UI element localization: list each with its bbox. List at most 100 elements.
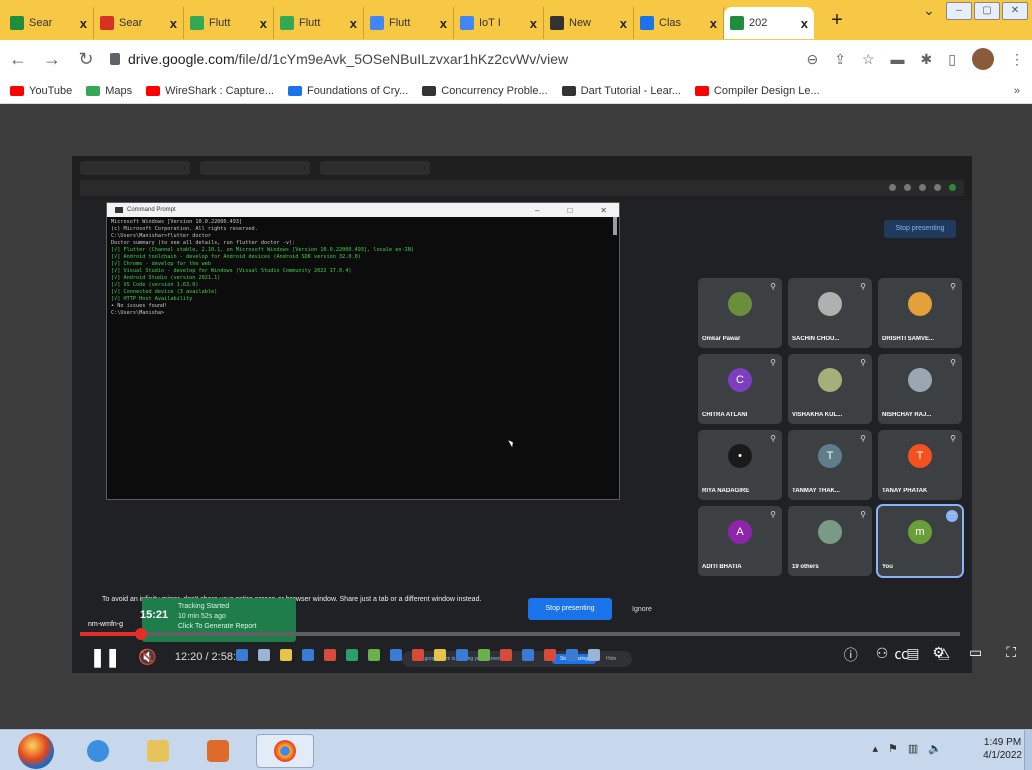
tab-close-icon[interactable]: x	[620, 16, 627, 31]
participant-tile[interactable]: ⚲ C CHITRA ATLANI	[698, 354, 782, 424]
pin-icon[interactable]: ⚲	[950, 434, 956, 443]
participant-tile[interactable]: ⚲ 19 others	[788, 506, 872, 576]
browser-tab[interactable]: Flutt x	[184, 7, 274, 39]
tray-flag-icon[interactable]: ⚑	[888, 742, 898, 755]
bookmark-item[interactable]: YouTube	[10, 85, 72, 97]
tab-close-icon[interactable]: x	[801, 16, 808, 31]
bookmarks-overflow-button[interactable]: »	[1014, 85, 1020, 97]
taskbar-ie-icon[interactable]	[76, 734, 120, 768]
pause-icon[interactable]: ❚❚	[90, 647, 120, 668]
network-icon[interactable]: ▥	[908, 742, 918, 755]
pin-icon[interactable]: ⚲	[860, 434, 866, 443]
bookmark-item[interactable]: WireShark : Capture...	[146, 85, 274, 97]
participant-tile[interactable]: ⚲ VISHAKHA KUL...	[788, 354, 872, 424]
browser-tab[interactable]: Flutt x	[274, 7, 364, 39]
forward-arrow-icon[interactable]: →	[42, 49, 62, 70]
pin-icon[interactable]: ⚲	[860, 282, 866, 291]
tab-close-icon[interactable]: x	[350, 16, 357, 31]
participant-tile[interactable]: ⚲ • RIYA NADAGIRE	[698, 430, 782, 500]
browser-tab[interactable]: IoT I x	[454, 7, 544, 39]
bookmark-favicon-icon	[422, 85, 437, 96]
browser-tab[interactable]: Flutt x	[364, 7, 454, 39]
progress-scrubber[interactable]	[134, 628, 147, 640]
bookmark-item[interactable]: Foundations of Cry...	[287, 85, 408, 97]
stop-presenting-top-button[interactable]: Stop presenting	[884, 220, 956, 238]
video-progress-bar[interactable]	[80, 628, 960, 640]
pin-icon[interactable]: ⚲	[770, 358, 776, 367]
window-controls: ⌄ – ▢ ✕	[914, 2, 1028, 20]
tab-close-icon[interactable]: x	[710, 16, 717, 31]
mute-icon[interactable]: 🔇	[138, 648, 157, 666]
volume-icon[interactable]: 🔈	[928, 742, 942, 755]
generate-report-link[interactable]: Click To Generate Report	[178, 622, 290, 632]
browser-tab[interactable]: 202 x	[724, 7, 814, 39]
warning-ignore-button[interactable]: Ignore	[632, 606, 652, 613]
tab-search-chevron-icon[interactable]: ⌄	[914, 2, 944, 20]
participant-tile[interactable]: ⚲ A ADITI BHATIA	[698, 506, 782, 576]
participant-tile[interactable]: ⚲ NISHCHAY RAJ...	[878, 354, 962, 424]
pin-icon[interactable]: ⚲	[770, 434, 776, 443]
more-options-icon[interactable]: ⋯	[946, 510, 958, 522]
side-panel-icon[interactable]: ▯	[948, 51, 956, 68]
maximize-button[interactable]: ▢	[974, 2, 1000, 20]
pin-icon[interactable]: ⚲	[770, 282, 776, 291]
participant-tile[interactable]: ⚲ SACHIN CHOU...	[788, 278, 872, 348]
profile-avatar[interactable]	[972, 48, 994, 70]
menu-dots-icon[interactable]: ⋮	[1010, 51, 1024, 68]
browser-tab[interactable]: New x	[544, 7, 634, 39]
cmd-line: [√] Android Studio (version 2021.1)	[111, 275, 221, 281]
pin-icon[interactable]: ⚲	[950, 282, 956, 291]
captions-icon[interactable]: ㏄	[894, 644, 908, 664]
theater-icon[interactable]: ▭	[969, 644, 982, 664]
cmd-minimize-icon[interactable]: –	[535, 206, 539, 215]
pin-icon[interactable]: ⚲	[950, 358, 956, 367]
close-window-button[interactable]: ✕	[1002, 2, 1028, 20]
taskbar-explorer-icon[interactable]	[136, 734, 180, 768]
cmd-scrollbar[interactable]	[613, 217, 617, 235]
taskbar-clock[interactable]: 1:49 PM 4/1/2022	[983, 736, 1022, 762]
start-orb-icon[interactable]	[18, 733, 54, 769]
cmd-close-icon[interactable]: ✕	[600, 206, 607, 215]
reload-icon[interactable]: ↻	[76, 49, 96, 70]
participant-tile[interactable]: ⚲ Omkar Pawar	[698, 278, 782, 348]
warning-stop-presenting-button[interactable]: Stop presenting	[528, 598, 612, 620]
url-field[interactable]: drive.google.com/file/d/1cYm9eAvk_5OSeNB…	[110, 45, 568, 73]
bookmark-item[interactable]: Compiler Design Le...	[694, 85, 820, 97]
participant-tile[interactable]: ⋯ m You	[876, 504, 964, 578]
browser-tab[interactable]: Clas x	[634, 7, 724, 39]
share-icon[interactable]: ⇪	[834, 51, 846, 68]
zoom-icon[interactable]: ⊖	[807, 51, 819, 68]
puzzle-icon[interactable]: ✱	[921, 51, 933, 68]
taskbar-chrome-icon[interactable]	[256, 734, 314, 768]
tab-close-icon[interactable]: x	[440, 16, 447, 31]
back-arrow-icon[interactable]: ←	[8, 49, 28, 70]
new-tab-button[interactable]: +	[822, 9, 852, 32]
video-frame[interactable]: Stop presenting ⚲ Omkar Pawar ⚲ SACHIN CHOU…	[72, 156, 972, 673]
pin-icon[interactable]: ⚲	[860, 358, 866, 367]
minimize-button[interactable]: –	[946, 2, 972, 20]
cmd-maximize-icon[interactable]: □	[567, 206, 572, 215]
show-desktop-button[interactable]	[1024, 730, 1032, 770]
bookmark-item[interactable]: Dart Tutorial - Lear...	[561, 85, 681, 97]
fullscreen-icon[interactable]: ⛶	[1006, 644, 1016, 664]
participant-tile[interactable]: ⚲ T TANMAY THAK...	[788, 430, 872, 500]
bookmark-star-icon[interactable]: ☆	[862, 51, 875, 68]
pin-icon[interactable]: ⚲	[860, 510, 866, 519]
progress-fill	[80, 632, 141, 636]
browser-tab[interactable]: Sear x	[4, 7, 94, 39]
settings-gear-icon[interactable]: ⚙	[932, 644, 945, 664]
participant-tile[interactable]: ⚲ DRISHTI SAMVE...	[878, 278, 962, 348]
tab-close-icon[interactable]: x	[80, 16, 87, 31]
tray-expand-icon[interactable]: ▴	[872, 742, 878, 755]
tab-close-icon[interactable]: x	[530, 16, 537, 31]
tab-close-icon[interactable]: x	[260, 16, 267, 31]
tab-close-icon[interactable]: x	[170, 16, 177, 31]
pin-icon[interactable]: ⚲	[770, 510, 776, 519]
cmd-line: [√] VS Code (version 1.63.0)	[111, 282, 199, 288]
bookmark-item[interactable]: Maps	[86, 85, 132, 97]
extension-icon[interactable]: ▬	[891, 51, 905, 67]
participant-tile[interactable]: ⚲ T TANAY PHATAK	[878, 430, 962, 500]
bookmark-item[interactable]: Concurrency Proble...	[422, 85, 548, 97]
browser-tab[interactable]: Sear x	[94, 7, 184, 39]
taskbar-media-icon[interactable]	[196, 734, 240, 768]
